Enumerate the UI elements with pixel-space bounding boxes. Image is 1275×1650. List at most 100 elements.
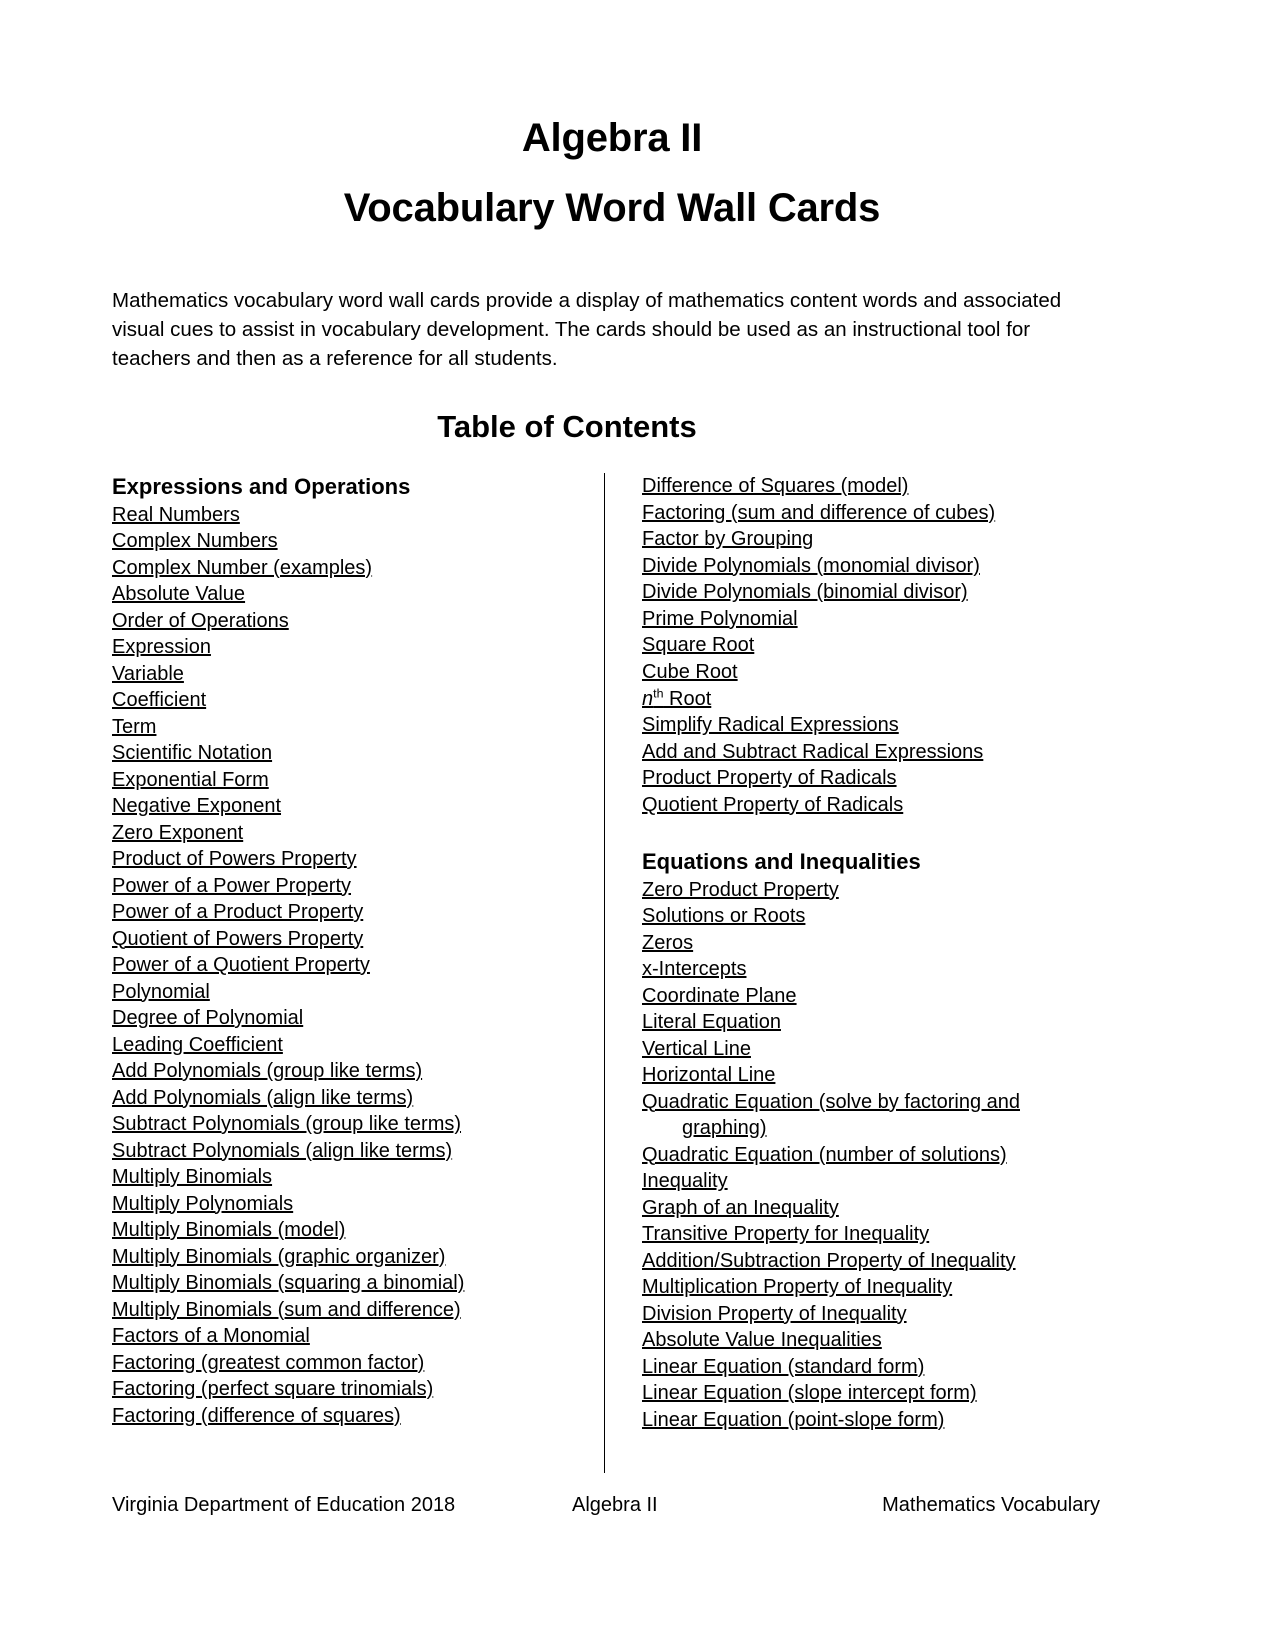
toc-link-power-of-a-quotient-property[interactable]: Power of a Quotient Property	[112, 954, 370, 976]
list-item: Vertical Line	[642, 1036, 1092, 1063]
toc-link-zero-product-property[interactable]: Zero Product Property	[642, 879, 839, 901]
list-item: Absolute Value	[112, 581, 592, 608]
list-item: Linear Equation (point-slope form)	[642, 1407, 1092, 1434]
toc-link-subtract-polynomials-align-like-terms[interactable]: Subtract Polynomials (align like terms)	[112, 1140, 452, 1162]
toc-link-coordinate-plane[interactable]: Coordinate Plane	[642, 985, 797, 1007]
toc-link-product-of-powers-property[interactable]: Product of Powers Property	[112, 848, 357, 870]
toc-link-quotient-property-of-radicals[interactable]: Quotient Property of Radicals	[642, 794, 903, 816]
toc-link-linear-equation-point-slope-form[interactable]: Linear Equation (point-slope form)	[642, 1409, 944, 1431]
toc-link-factors-of-a-monomial[interactable]: Factors of a Monomial	[112, 1325, 310, 1347]
toc-link-x-intercepts[interactable]: x-Intercepts	[642, 958, 746, 980]
toc-link-difference-of-squares-model[interactable]: Difference of Squares (model)	[642, 475, 908, 497]
toc-link-term[interactable]: Term	[112, 716, 156, 738]
toc-link-multiply-binomials[interactable]: Multiply Binomials	[112, 1166, 272, 1188]
toc-link-inequality[interactable]: Inequality	[642, 1170, 728, 1192]
list-item: Factoring (perfect square trinomials)	[112, 1376, 592, 1403]
page-content: Algebra II Vocabulary Word Wall Cards Ma…	[112, 0, 1112, 1474]
toc-link-complex-numbers[interactable]: Complex Numbers	[112, 530, 278, 552]
list-item: Linear Equation (standard form)	[642, 1354, 1092, 1381]
toc-link-graph-of-an-inequality[interactable]: Graph of an Inequality	[642, 1197, 839, 1219]
list-item: Factoring (difference of squares)	[112, 1403, 592, 1430]
toc-link-subtract-polynomials-group-like-terms[interactable]: Subtract Polynomials (group like terms)	[112, 1113, 461, 1135]
toc-link-quadratic-equation-number-of-solutions[interactable]: Quadratic Equation (number of solutions)	[642, 1144, 1007, 1166]
toc-link-prime-polynomial[interactable]: Prime Polynomial	[642, 608, 798, 630]
toc-link-divide-polynomials-monomial-divisor[interactable]: Divide Polynomials (monomial divisor)	[642, 555, 980, 577]
toc-link-multiply-binomials-graphic-organizer[interactable]: Multiply Binomials (graphic organizer)	[112, 1246, 445, 1268]
toc-link-linear-equation-slope-intercept-form[interactable]: Linear Equation (slope intercept form)	[642, 1382, 977, 1404]
list-item: Quadratic Equation (solve by factoring a…	[642, 1089, 1092, 1142]
list-item: Multiply Binomials (squaring a binomial)	[112, 1270, 592, 1297]
list-item: Scientific Notation	[112, 740, 592, 767]
toc-link-multiply-binomials-model[interactable]: Multiply Binomials (model)	[112, 1219, 345, 1241]
toc-link-degree-of-polynomial[interactable]: Degree of Polynomial	[112, 1007, 303, 1029]
intro-paragraph: Mathematics vocabulary word wall cards p…	[112, 289, 1062, 371]
document-page: Algebra II Vocabulary Word Wall Cards Ma…	[0, 0, 1275, 1650]
toc-link-horizontal-line[interactable]: Horizontal Line	[642, 1064, 775, 1086]
toc-link-addition-subtraction-property-of-inequality[interactable]: Addition/Subtraction Property of Inequal…	[642, 1250, 1016, 1272]
list-item: Zero Product Property	[642, 877, 1092, 904]
toc-link-zeros[interactable]: Zeros	[642, 932, 693, 954]
toc-link-negative-exponent[interactable]: Negative Exponent	[112, 795, 281, 817]
toc-link-literal-equation[interactable]: Literal Equation	[642, 1011, 781, 1033]
toc-link-factoring-perfect-square-trinomials[interactable]: Factoring (perfect square trinomials)	[112, 1378, 433, 1400]
toc-link-cube-root[interactable]: Cube Root	[642, 661, 738, 683]
toc-link-exponential-form[interactable]: Exponential Form	[112, 769, 269, 791]
toc-list-equations: Zero Product Property Solutions or Roots…	[642, 877, 1092, 1434]
toc-link-factoring-greatest-common-factor[interactable]: Factoring (greatest common factor)	[112, 1352, 424, 1374]
toc-link-multiply-polynomials[interactable]: Multiply Polynomials	[112, 1193, 293, 1215]
list-item: Quotient of Powers Property	[112, 926, 592, 953]
quadratic-line2: graphing)	[682, 1117, 767, 1140]
toc-link-vertical-line[interactable]: Vertical Line	[642, 1038, 751, 1060]
toc-link-multiply-binomials-squaring-a-binomial[interactable]: Multiply Binomials (squaring a binomial)	[112, 1272, 464, 1294]
toc-link-order-of-operations[interactable]: Order of Operations	[112, 610, 289, 632]
toc-link-factoring-sum-and-difference-of-cubes[interactable]: Factoring (sum and difference of cubes)	[642, 502, 995, 524]
page-footer: Virginia Department of Education 2018 Al…	[112, 1494, 1112, 1517]
toc-link-multiply-binomials-sum-and-difference[interactable]: Multiply Binomials (sum and difference)	[112, 1299, 461, 1321]
toc-link-quadratic-equation-solve-by-factoring-and-graphing[interactable]: Quadratic Equation (solve by factoring a…	[642, 1091, 1092, 1142]
toc-link-quotient-of-powers-property[interactable]: Quotient of Powers Property	[112, 928, 363, 950]
toc-link-coefficient[interactable]: Coefficient	[112, 689, 206, 711]
toc-link-simplify-radical-expressions[interactable]: Simplify Radical Expressions	[642, 714, 899, 736]
list-item: Leading Coefficient	[112, 1032, 592, 1059]
toc-list-expressions-continued: Difference of Squares (model) Factoring …	[642, 473, 1092, 818]
toc-link-add-polynomials-group-like-terms[interactable]: Add Polynomials (group like terms)	[112, 1060, 422, 1082]
toc-link-real-numbers[interactable]: Real Numbers	[112, 504, 240, 526]
list-item: Power of a Quotient Property	[112, 952, 592, 979]
toc-link-nth-root[interactable]: nth Root	[642, 686, 711, 710]
list-item: Multiply Binomials (model)	[112, 1217, 592, 1244]
toc-link-add-and-subtract-radical-expressions[interactable]: Add and Subtract Radical Expressions	[642, 741, 983, 763]
toc-link-transitive-property-for-inequality[interactable]: Transitive Property for Inequality	[642, 1223, 929, 1245]
list-item: Add Polynomials (align like terms)	[112, 1085, 592, 1112]
toc-link-zero-exponent[interactable]: Zero Exponent	[112, 822, 243, 844]
toc-link-scientific-notation[interactable]: Scientific Notation	[112, 742, 272, 764]
document-title-line2: Vocabulary Word Wall Cards	[343, 186, 881, 230]
toc-link-linear-equation-standard-form[interactable]: Linear Equation (standard form)	[642, 1356, 924, 1378]
toc-link-add-polynomials-align-like-terms[interactable]: Add Polynomials (align like terms)	[112, 1087, 413, 1109]
toc-link-power-of-a-power-property[interactable]: Power of a Power Property	[112, 875, 351, 897]
toc-link-complex-number-examples[interactable]: Complex Number (examples)	[112, 557, 372, 579]
toc-link-leading-coefficient[interactable]: Leading Coefficient	[112, 1034, 283, 1056]
list-item: Multiply Binomials	[112, 1164, 592, 1191]
toc-link-divide-polynomials-binomial-divisor[interactable]: Divide Polynomials (binomial divisor)	[642, 581, 968, 603]
list-item: Expression	[112, 634, 592, 661]
toc-link-multiplication-property-of-inequality[interactable]: Multiplication Property of Inequality	[642, 1276, 952, 1298]
list-item: Power of a Power Property	[112, 873, 592, 900]
toc-link-expression[interactable]: Expression	[112, 636, 211, 658]
toc-link-square-root[interactable]: Square Root	[642, 634, 754, 656]
toc-link-product-property-of-radicals[interactable]: Product Property of Radicals	[642, 767, 897, 789]
list-item: Order of Operations	[112, 608, 592, 635]
toc-link-factor-by-grouping[interactable]: Factor by Grouping	[642, 528, 813, 550]
toc-link-absolute-value[interactable]: Absolute Value	[112, 583, 245, 605]
list-item: Graph of an Inequality	[642, 1195, 1092, 1222]
toc-link-power-of-a-product-property[interactable]: Power of a Product Property	[112, 901, 363, 923]
toc-link-polynomial[interactable]: Polynomial	[112, 981, 210, 1003]
list-item: Coefficient	[112, 687, 592, 714]
list-item: Prime Polynomial	[642, 606, 1092, 633]
list-item: Add Polynomials (group like terms)	[112, 1058, 592, 1085]
list-item: Negative Exponent	[112, 793, 592, 820]
toc-link-variable[interactable]: Variable	[112, 663, 184, 685]
toc-link-factoring-difference-of-squares[interactable]: Factoring (difference of squares)	[112, 1405, 401, 1427]
toc-link-division-property-of-inequality[interactable]: Division Property of Inequality	[642, 1303, 907, 1325]
toc-link-absolute-value-inequalities[interactable]: Absolute Value Inequalities	[642, 1329, 882, 1351]
toc-link-solutions-or-roots[interactable]: Solutions or Roots	[642, 905, 805, 927]
